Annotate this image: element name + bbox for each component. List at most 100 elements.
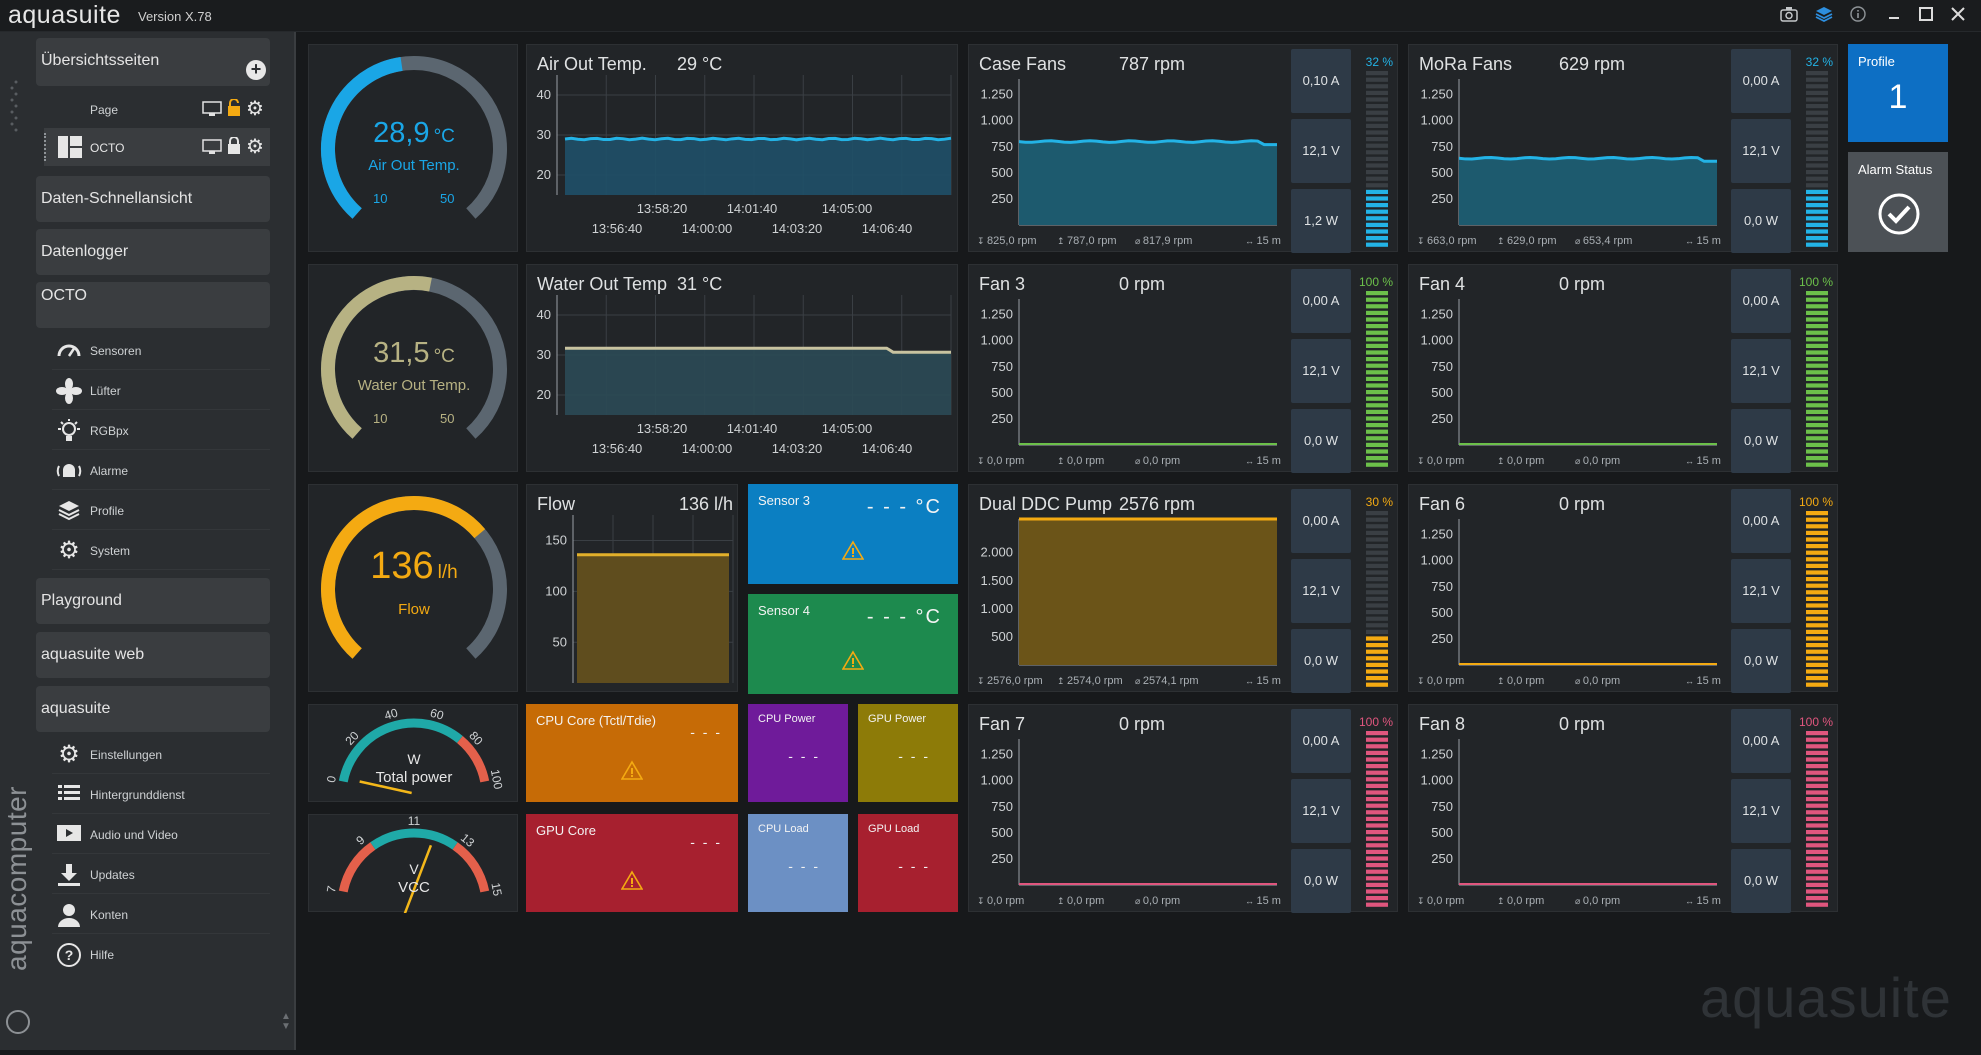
fan-card[interactable]: Fan 80 rpm 1.250 1.000 750 500 250 ↧ 0,0 rpm ↥ … xyxy=(1408,704,1838,913)
sidebar-item-label: Lüfter xyxy=(90,384,121,398)
fan-amps-box: 0,00 A xyxy=(1291,709,1351,773)
page-row-octo[interactable]: OCTO ⚙ xyxy=(44,128,270,166)
footer-stat: ⌀ 0,0 rpm xyxy=(1135,895,1180,907)
maximize-icon[interactable] xyxy=(1914,5,1938,27)
fan-card[interactable]: MoRa Fans 629 rpm 1.250 1.000 750 500 250 ↧ 663… xyxy=(1408,44,1838,253)
sensor-tile[interactable]: Sensor 3 - - - °C xyxy=(748,484,958,584)
footer-stat-value: 15 m xyxy=(1696,235,1721,247)
sidebar-item-label: System xyxy=(90,544,131,558)
hardware-tile[interactable]: CPU Power - - - xyxy=(748,704,848,802)
unlock-icon[interactable] xyxy=(226,98,242,120)
x-tick-label: 14:01:40 xyxy=(727,201,778,216)
sidebar-item-system[interactable]: ⚙ System xyxy=(52,532,270,570)
hardware-tile[interactable]: GPU Power - - - xyxy=(858,704,958,802)
y-tick-label: 20 xyxy=(537,167,551,182)
footer-stat-icon: ↧ xyxy=(977,896,988,906)
close-icon[interactable] xyxy=(1946,5,1970,27)
dial-gauge[interactable]: 0 20 40 60 80 100 W Total power xyxy=(308,704,518,802)
sidebar-item-hintergrunddienst[interactable]: Hintergrunddienst xyxy=(52,776,270,814)
sidebar-item-rgbpx[interactable]: RGBpx xyxy=(52,412,270,450)
series-area xyxy=(577,554,729,683)
scroll-arrows-icon[interactable]: ▲ ▼ xyxy=(281,1012,291,1032)
gear-icon[interactable]: ⚙ xyxy=(246,137,264,157)
level-segment xyxy=(1806,317,1828,322)
footer-stat-value: 0,0 rpm xyxy=(1142,895,1181,907)
ring-gauge[interactable]: 31,5 °C Water Out Temp. 10 50 xyxy=(308,264,518,472)
add-page-icon[interactable]: + xyxy=(246,60,266,80)
x-tick-label: 14:00:00 xyxy=(682,221,733,236)
fan-level-bar xyxy=(1806,291,1828,467)
layers-icon[interactable] xyxy=(1812,5,1836,27)
dial-gauge[interactable]: 7 9 11 13 15 V VCC xyxy=(308,814,518,920)
footer-stat-value: 2576,0 rpm xyxy=(987,675,1043,687)
sensor-tile[interactable]: Sensor 4 - - - °C xyxy=(748,594,958,694)
footer-stat-value: 2574,0 rpm xyxy=(1067,675,1123,687)
info-icon[interactable] xyxy=(1846,5,1870,27)
footer-stat: ⌀ 653,4 rpm xyxy=(1575,235,1632,247)
hardware-tile[interactable]: CPU Core (Tctl/Tdie) - - - xyxy=(526,704,738,802)
sidebar-section-octo[interactable]: OCTO xyxy=(36,282,270,328)
sidebar-item-einstellungen[interactable]: ⚙ Einstellungen xyxy=(52,736,270,774)
fan-card[interactable]: Fan 30 rpm 1.250 1.000 750 500 250 ↧ 0,0 rpm ↥ … xyxy=(968,264,1398,473)
y-tick-label: 250 xyxy=(991,411,1013,426)
camera-icon[interactable] xyxy=(1777,5,1801,27)
lock-icon[interactable] xyxy=(226,136,242,158)
fan-card[interactable]: Case Fans 787 rpm 1.250 1.000 750 500 250 ↧ 825… xyxy=(968,44,1398,253)
sidebar-item-updates[interactable]: Updates xyxy=(52,856,270,894)
flow-chart[interactable]: Flow 136 l/h 150 100 50 xyxy=(526,484,738,692)
x-tick-label: 14:03:20 xyxy=(772,441,823,456)
hardware-tile[interactable]: GPU Load - - - xyxy=(858,814,958,912)
level-segment xyxy=(1806,570,1828,575)
fan-card[interactable]: Fan 40 rpm 1.250 1.000 750 500 250 ↧ 0,0 rpm ↥ … xyxy=(1408,264,1838,473)
footer-stat-icon: ⌀ xyxy=(1575,896,1583,906)
monitor-icon[interactable] xyxy=(202,101,222,120)
sidebar-item-profile[interactable]: Profile xyxy=(52,492,270,530)
x-tick-label: 14:05:00 xyxy=(822,421,873,436)
footer-stat-icon: ↔ xyxy=(1685,456,1697,466)
temp-chart[interactable]: Water Out Temp 31 °C 40 30 20 13:58:20 14:01:4… xyxy=(526,264,958,472)
sidebar-item-audio-video[interactable]: Audio und Video xyxy=(52,816,270,854)
drag-handle-icon[interactable] xyxy=(44,133,48,161)
sidebar-item-luefter[interactable]: Lüfter xyxy=(52,372,270,410)
sidebar-section-aquasuite[interactable]: aquasuite xyxy=(36,686,270,732)
fan-card[interactable]: Dual DDC Pump 2576 rpm 2.000 1.500 1.000 500 ↧… xyxy=(968,484,1398,693)
level-segment xyxy=(1366,330,1388,335)
sidebar-item-sensoren[interactable]: Sensoren xyxy=(52,332,270,370)
ring-gauge[interactable]: 28,9 °C Air Out Temp. 10 50 xyxy=(308,44,518,252)
gear-icon[interactable]: ⚙ xyxy=(246,99,264,119)
sidebar-section-quickview[interactable]: Daten-Schnellansicht xyxy=(36,176,270,222)
hardware-tile[interactable]: CPU Load - - - xyxy=(748,814,848,912)
level-segment xyxy=(1366,856,1388,861)
download-icon xyxy=(56,862,82,888)
alarm-label: Alarm Status xyxy=(1858,162,1933,177)
level-segment xyxy=(1366,117,1388,122)
profile-tile[interactable]: Profile 1 xyxy=(1848,44,1948,142)
sidebar-section-datalogger[interactable]: Datenlogger xyxy=(36,229,270,275)
sidebar-item-konten[interactable]: Konten xyxy=(52,896,270,934)
footer-stat-value: 0,0 rpm xyxy=(1582,455,1621,467)
sidebar-item-alarme[interactable]: Alarme xyxy=(52,452,270,490)
footer-stat: ↔ 15 m xyxy=(1685,235,1721,247)
footer-stat-icon: ↔ xyxy=(1245,896,1257,906)
footer-stat-icon: ↔ xyxy=(1685,896,1697,906)
fan-card[interactable]: Fan 60 rpm 1.250 1.000 750 500 250 ↧ 0,0 rpm ↥ … xyxy=(1408,484,1838,693)
sidebar-section-playground[interactable]: Playground xyxy=(36,578,270,624)
monitor-icon[interactable] xyxy=(202,139,222,158)
y-tick-label: 1.250 xyxy=(1420,527,1453,542)
level-segment xyxy=(1366,209,1388,214)
footer-stat: ↥ 2574,0 rpm xyxy=(1057,675,1123,687)
page-row-page[interactable]: Page ⚙ xyxy=(44,94,270,126)
level-segment xyxy=(1806,304,1828,309)
level-segment xyxy=(1366,803,1388,808)
hardware-tile[interactable]: GPU Core - - - xyxy=(526,814,738,912)
fan-card[interactable]: Fan 70 rpm 1.250 1.000 750 500 250 ↧ 0,0 rpm ↥ … xyxy=(968,704,1398,913)
alarm-status-tile[interactable]: Alarm Status xyxy=(1848,152,1948,252)
temp-chart[interactable]: Air Out Temp. 29 °C 40 30 20 13:58:20 14:01:40… xyxy=(526,44,958,252)
level-segment xyxy=(1366,456,1388,461)
ring-gauge[interactable]: 136 l/h Flow xyxy=(308,484,518,692)
level-segment xyxy=(1366,196,1388,201)
sidebar-item-hilfe[interactable]: ? Hilfe xyxy=(52,936,270,974)
sidebar-section-aquasuite-web[interactable]: aquasuite web xyxy=(36,632,270,678)
minimize-icon[interactable] xyxy=(1882,5,1906,27)
sidebar-overview-pages[interactable]: Übersichtsseiten + xyxy=(36,38,270,86)
